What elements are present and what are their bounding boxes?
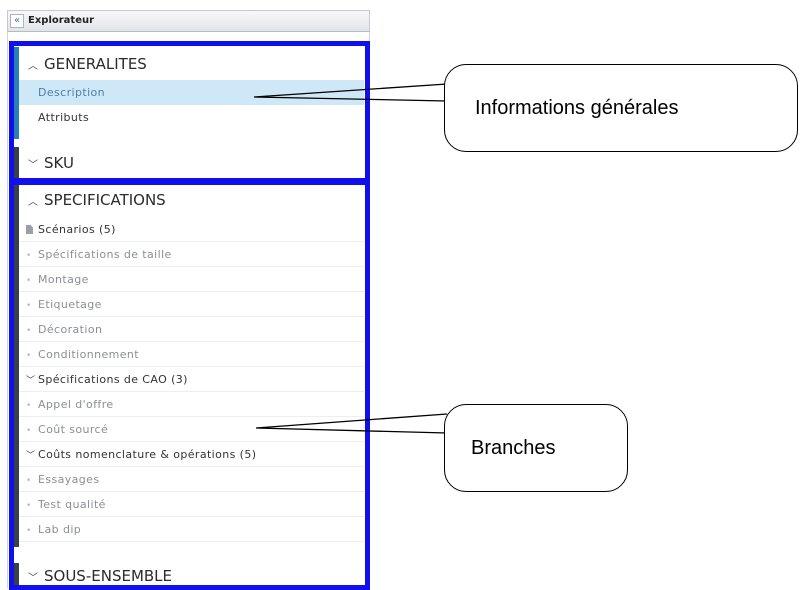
callout-text: Informations générales	[475, 96, 679, 119]
callout-informations-generales: Informations générales	[444, 64, 798, 152]
callout-branches: Branches	[444, 404, 628, 492]
callout-leader-branches	[255, 413, 448, 434]
callout-leader-info	[253, 83, 448, 102]
callout-text: Branches	[471, 436, 556, 459]
